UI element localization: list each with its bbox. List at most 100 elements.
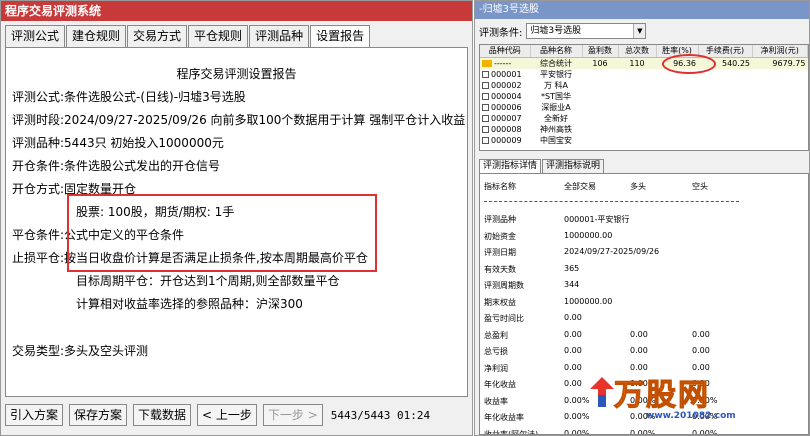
table-row[interactable]: 000001 平安银行 — [480, 69, 808, 80]
tab-formula[interactable]: 评测公式 — [5, 25, 66, 47]
detail-cell-name: 收益率 — [484, 396, 508, 406]
detail-cell-long: 0.00 — [630, 329, 648, 339]
detail-cell-all: 0.00 — [564, 346, 582, 355]
detail-cell-name: 总亏损 — [484, 347, 508, 356]
detail-cell-all: 0.00% — [564, 428, 590, 435]
detail-cell-all: 0.00 — [564, 362, 582, 372]
tab-metric-details[interactable]: 评测指标详情 — [479, 159, 542, 173]
tab-report[interactable]: 设置报告 — [310, 25, 371, 47]
detail-cell-name: 年化收益率 — [484, 413, 524, 422]
detail-cell-name: 有效天数 — [484, 264, 516, 274]
detail-cell-name: 初始资金 — [484, 231, 516, 241]
tab-metric-explanation[interactable]: 评测指标说明 — [542, 159, 605, 173]
progress-status: 5443/5443 01:24 — [330, 408, 431, 422]
detail-cell-short: 0.00% — [692, 428, 718, 435]
detail-cell-all: 1000000.00 — [564, 230, 613, 240]
detail-header-name: 指标名称 — [484, 182, 516, 191]
detail-cell-name: 年化收益 — [484, 380, 516, 389]
prev-step-button[interactable]: < 上一步 — [197, 404, 257, 426]
tab-open-rules[interactable]: 建仓规则 — [66, 25, 127, 47]
evaluation-settings-window: 程序交易评测系统 评测公式 建仓规则 交易方式 平仓规则 评测品种 设置报告 程… — [0, 0, 473, 436]
import-scheme-button[interactable]: 引入方案 — [5, 404, 64, 426]
report-row-target-period: 目标周期平仓：开仓达到1个周期,则全部数量平仓 — [76, 274, 340, 288]
detail-cell-all: 0.00% — [564, 412, 590, 421]
table-header-row: 品种代码 品种名称 盈利数 总次数 胜率(%) 手续费(元) 净利润(元) — [480, 45, 808, 58]
results-window-title: -归墟3号选股 — [475, 1, 809, 19]
detail-cell-all: 365 — [564, 263, 580, 273]
row-checkbox[interactable] — [482, 70, 489, 78]
row-checkbox[interactable] — [482, 81, 489, 89]
detail-cell-short: 0.00 — [692, 346, 710, 355]
arrow-logo-icon — [590, 377, 614, 407]
detail-cell-name: 收益率(阿尔法) — [484, 429, 539, 435]
condition-label: 评测条件: — [479, 27, 523, 39]
detail-divider — [484, 201, 739, 202]
watermark-text: 万股网 — [614, 378, 710, 414]
detail-cell-name: 评测周期数 — [484, 281, 524, 290]
detail-cell-all: 1000000.00 — [564, 296, 613, 306]
report-row-open-condition: 开仓条件:条件选股公式发出的开仓信号 — [12, 159, 221, 173]
next-step-button[interactable]: 下一步 > — [262, 404, 323, 426]
row-checkbox[interactable] — [482, 125, 489, 133]
detail-header-all: 全部交易 — [564, 182, 596, 191]
condition-row: 评测条件: 归墟3号选股 ▼ — [479, 23, 647, 39]
win-rate-highlight-circle — [662, 54, 716, 74]
detail-cell-name: 盈亏时间比 — [484, 314, 524, 323]
row-checkbox[interactable] — [482, 103, 489, 111]
table-row[interactable]: 000008 神州高铁 — [480, 124, 808, 135]
report-row-instruments: 评测品种:5443只 初始投入1000000元 — [12, 136, 224, 150]
watermark-url: www.201082.com — [646, 411, 736, 421]
detail-cell-all: 000001-平安银行 — [564, 215, 630, 224]
report-title: 程序交易评测设置报告 — [176, 67, 297, 81]
download-data-button[interactable]: 下载数据 — [133, 404, 192, 426]
detail-header-short: 空头 — [692, 182, 708, 191]
detail-cell-name: 期末权益 — [484, 297, 516, 307]
report-row-trade-type: 交易类型:多头及空头评测 — [12, 344, 149, 358]
window-title: 程序交易评测系统 — [1, 1, 472, 21]
tab-close-rules[interactable]: 平仓规则 — [188, 25, 249, 47]
row-checkbox[interactable] — [482, 114, 489, 122]
table-row[interactable]: 000002 万 科A — [480, 80, 808, 91]
bottom-toolbar: 引入方案 保存方案 下载数据 < 上一步 下一步 > 5443/5443 01:… — [5, 403, 430, 427]
tab-instruments[interactable]: 评测品种 — [249, 25, 310, 47]
col-fee[interactable]: 手续费(元) — [698, 45, 753, 58]
chevron-down-icon[interactable]: ▼ — [633, 24, 646, 38]
col-name[interactable]: 品种名称 — [530, 45, 583, 58]
table-row[interactable]: 000007 全新好 — [480, 113, 808, 124]
col-wins[interactable]: 盈利数 — [582, 45, 619, 58]
detail-cell-all: 2024/09/27-2025/09/26 — [564, 247, 660, 256]
table-row[interactable]: 000009 中国宝安 — [480, 135, 808, 146]
detail-cell-name: 评测品种 — [484, 215, 516, 224]
highlight-box — [67, 194, 377, 272]
col-total[interactable]: 总次数 — [618, 45, 657, 58]
col-net-profit[interactable]: 净利润(元) — [752, 45, 808, 58]
detail-cell-short: 0.00 — [692, 329, 710, 339]
tab-trade-mode[interactable]: 交易方式 — [127, 25, 188, 47]
detail-cell-all: 344 — [564, 280, 580, 289]
report-row-period: 评测时段:2024/09/27-2025/09/26 向前多取100个数据用于计… — [12, 113, 466, 127]
col-code[interactable]: 品种代码 — [480, 45, 531, 58]
detail-cell-long: 0.00% — [630, 428, 656, 435]
table-row[interactable]: 000004 *ST国华 — [480, 91, 808, 102]
report-row-formula: 评测公式:条件选股公式-(日线)-归墟3号选股 — [12, 90, 246, 104]
detail-cell-long: 0.00 — [630, 346, 648, 355]
table-row[interactable]: 000006 深振业A — [480, 102, 808, 113]
stock-results-table: 品种代码 品种名称 盈利数 总次数 胜率(%) 手续费(元) 净利润(元) --… — [479, 44, 809, 151]
summary-flag-icon — [482, 59, 492, 67]
detail-cell-name: 净利润 — [484, 363, 508, 373]
settings-tabs: 评测公式 建仓规则 交易方式 平仓规则 评测品种 设置报告 — [5, 25, 371, 47]
detail-tabs: 评测指标详情 评测指标说明 — [479, 159, 605, 173]
detail-cell-name: 评测日期 — [484, 248, 516, 257]
detail-cell-name: 总盈利 — [484, 330, 508, 340]
detail-cell-all: 0.00 — [564, 379, 582, 388]
condition-select[interactable]: 归墟3号选股 ▼ — [526, 23, 647, 39]
row-checkbox[interactable] — [482, 92, 489, 100]
watermark-logo: 万股网 — [590, 370, 710, 414]
detail-header-long: 多头 — [630, 182, 646, 191]
save-scheme-button[interactable]: 保存方案 — [69, 404, 128, 426]
table-row[interactable]: ------ 综合统计 106 110 96.36 540.25 9679.75 — [480, 57, 808, 69]
row-checkbox[interactable] — [482, 136, 489, 144]
detail-cell-all: 0.00% — [564, 395, 590, 405]
detail-cell-all: 0.00 — [564, 313, 582, 322]
detail-cell-all: 0.00 — [564, 329, 582, 339]
